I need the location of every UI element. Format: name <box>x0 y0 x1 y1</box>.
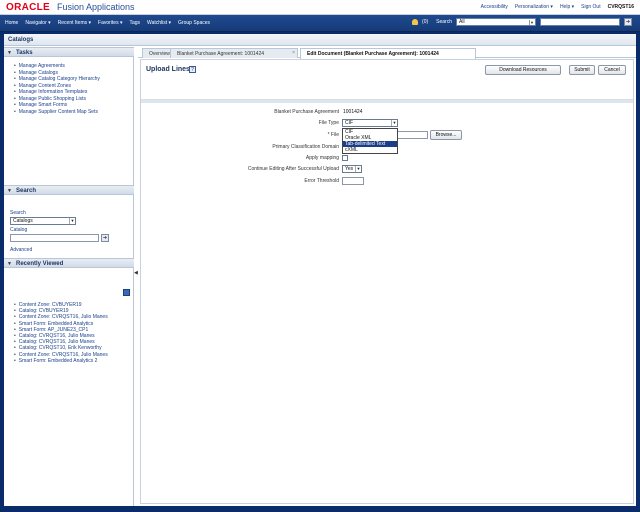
upload-form: Blanket Purchase Agreement 1001424 File … <box>141 100 633 503</box>
search-scope-value: All <box>459 19 465 25</box>
help-menu[interactable]: Help ▾ <box>560 4 574 10</box>
nav-recent-items[interactable]: Recent Items ▾ <box>58 20 91 26</box>
file-type-row: File Type CIF ▼ <box>141 119 633 127</box>
sign-out-link[interactable]: Sign Out <box>581 4 600 10</box>
file-type-value: CIF <box>345 120 354 126</box>
bpa-row: Blanket Purchase Agreement 1001424 <box>141 108 633 116</box>
search-panel-title: Search <box>16 188 37 194</box>
oracle-logo: ORACLE <box>6 2 51 13</box>
nav-tags[interactable]: Tags <box>129 20 140 26</box>
bpa-label: Blanket Purchase Agreement <box>274 109 339 115</box>
global-search-input[interactable] <box>540 18 620 26</box>
advanced-search-link[interactable]: Advanced <box>10 247 130 253</box>
continue-editing-value: Yes <box>345 166 354 172</box>
page-header: Catalogs <box>4 34 636 46</box>
main-area: Overview Blanket Purchase Agreement: 100… <box>138 47 636 506</box>
work-area: Catalogs ▼ Tasks Manage Agreements Manag… <box>4 34 636 506</box>
browse-button[interactable]: Browse... <box>430 130 462 140</box>
chevron-down-icon: ▼ <box>391 120 397 126</box>
tab-edit-document[interactable]: Edit Document (Blanket Purchase Agreemen… <box>300 48 476 59</box>
continue-editing-select[interactable]: Yes ▼ <box>342 165 362 173</box>
tab-label: Blanket Purchase Agreement: 1001424 <box>177 51 265 57</box>
regional-area: ▼ Tasks Manage Agreements Manage Catalog… <box>4 47 134 506</box>
search-panel-header[interactable]: ▼ Search <box>4 185 134 195</box>
catalog-label: Catalog <box>10 227 28 233</box>
apply-mapping-row: Apply mapping <box>141 154 633 162</box>
app-name: Fusion Applications <box>57 2 135 12</box>
catalog-search-input[interactable] <box>10 234 99 242</box>
recent-item[interactable]: Catalog: CVRQST10, Erik Kenworthy <box>14 345 108 351</box>
recent-title: Recently Viewed <box>16 261 64 267</box>
recent-item[interactable]: Smart Form: Embedded Analytics 2 <box>14 358 108 364</box>
task-link[interactable]: Manage Catalog Category Hierarchy <box>14 76 100 83</box>
apply-mapping-checkbox[interactable] <box>342 155 348 161</box>
collapse-icon[interactable]: ▼ <box>7 261 12 267</box>
upload-title: Upload Lines <box>146 66 190 73</box>
nav-watchlist[interactable]: Watchlist ▾ <box>147 20 171 26</box>
footer-bar <box>0 506 640 512</box>
search-label: Search <box>436 19 452 25</box>
tab-blanket-purchase-agreement[interactable]: Blanket Purchase Agreement: 1001424 × <box>170 48 298 58</box>
file-type-select[interactable]: CIF ▼ <box>342 119 398 127</box>
file-type-label: File Type <box>318 120 339 126</box>
notification-bell-icon[interactable] <box>412 19 419 25</box>
tasks-list: Manage Agreements Manage Catalogs Manage… <box>14 63 100 115</box>
file-type-option[interactable]: cXML <box>343 147 397 153</box>
global-links: Accessibility Personalization ▾ Help ▾ S… <box>481 4 634 10</box>
download-resources-button[interactable]: Download Resources <box>485 65 561 75</box>
tasks-title: Tasks <box>16 50 33 56</box>
personalization-menu[interactable]: Personalization ▾ <box>515 4 553 10</box>
recent-panel-header[interactable]: ▼ Recently Viewed <box>4 258 134 268</box>
page-title: Catalogs <box>8 37 34 43</box>
chevron-down-icon: ▼ <box>69 218 75 224</box>
recent-item[interactable]: Content Zone: CVRQST16, Julio Manes <box>14 314 108 320</box>
search-scope-select[interactable]: All ▼ <box>456 18 536 26</box>
submit-button[interactable]: Submit <box>569 65 595 75</box>
catalog-search-go-icon[interactable]: ➜ <box>101 234 109 242</box>
nav-home[interactable]: Home <box>5 20 18 26</box>
close-icon[interactable]: × <box>292 50 295 56</box>
file-label: * File <box>327 132 339 138</box>
accessibility-link[interactable]: Accessibility <box>481 4 508 10</box>
tab-label: Edit Document (Blanket Purchase Agreemen… <box>307 51 439 57</box>
continue-editing-label: Continue Editing After Successful Upload <box>247 166 339 172</box>
nav-favorites[interactable]: Favorites ▾ <box>98 20 122 26</box>
upload-header: Upload Lines ? Download Resources Submit… <box>141 60 633 100</box>
cancel-button[interactable]: Cancel <box>598 65 626 75</box>
user-name: CVRQST16 <box>607 4 634 10</box>
upload-lines-region: Upload Lines ? Download Resources Submit… <box>140 59 634 504</box>
file-type-options: CIF Oracle XML Tab-delimited Text cXML <box>342 128 398 154</box>
notification-count[interactable]: (0) <box>422 19 428 25</box>
chevron-down-icon: ▼ <box>355 166 361 172</box>
task-link[interactable]: Manage Information Templates <box>14 89 100 96</box>
collapse-icon[interactable]: ▼ <box>7 50 12 56</box>
collapse-icon[interactable]: ▼ <box>7 188 12 194</box>
search-panel: Search Catalogs ▼ Catalog ➜ Advanced <box>10 210 130 253</box>
primary-classification-label: Primary Classification Domain <box>272 144 339 150</box>
nav-group-spaces[interactable]: Group Spaces <box>178 20 210 26</box>
chevron-down-icon: ▼ <box>529 20 534 25</box>
nav-navigator[interactable]: Navigator ▾ <box>25 20 50 26</box>
search-go-icon[interactable]: ➜ <box>624 18 632 26</box>
search-type-select[interactable]: Catalogs ▼ <box>10 217 76 225</box>
continue-editing-row: Continue Editing After Successful Upload… <box>141 165 633 173</box>
apply-mapping-label: Apply mapping <box>305 155 339 161</box>
tasks-panel-header[interactable]: ▼ Tasks <box>4 47 134 57</box>
search-type-value: Catalogs <box>13 218 33 224</box>
error-threshold-label: Error Threshold <box>304 178 339 184</box>
recent-item[interactable]: Content Zone: CVRQST16, Julio Manes <box>14 352 108 358</box>
splitter-handle-icon[interactable]: ◀ <box>134 270 138 278</box>
search-type-label: Search <box>10 210 26 216</box>
tab-label: Overview <box>149 51 170 57</box>
recent-list: Content Zone: CVBUYER19 Catalog: CVBUYER… <box>14 302 108 364</box>
bpa-value: 1001424 <box>343 109 363 115</box>
refresh-icon[interactable] <box>123 289 130 296</box>
global-nav: Home Navigator ▾ Recent Items ▾ Favorite… <box>0 15 640 32</box>
error-threshold-row: Error Threshold <box>141 177 633 185</box>
brand-bar: ORACLE Fusion Applications Accessibility… <box>0 0 640 15</box>
error-threshold-input[interactable] <box>342 177 364 185</box>
document-tabs: Overview Blanket Purchase Agreement: 100… <box>138 47 636 59</box>
help-icon[interactable]: ? <box>189 66 196 73</box>
task-link[interactable]: Manage Supplier Content Map Sets <box>14 109 100 116</box>
